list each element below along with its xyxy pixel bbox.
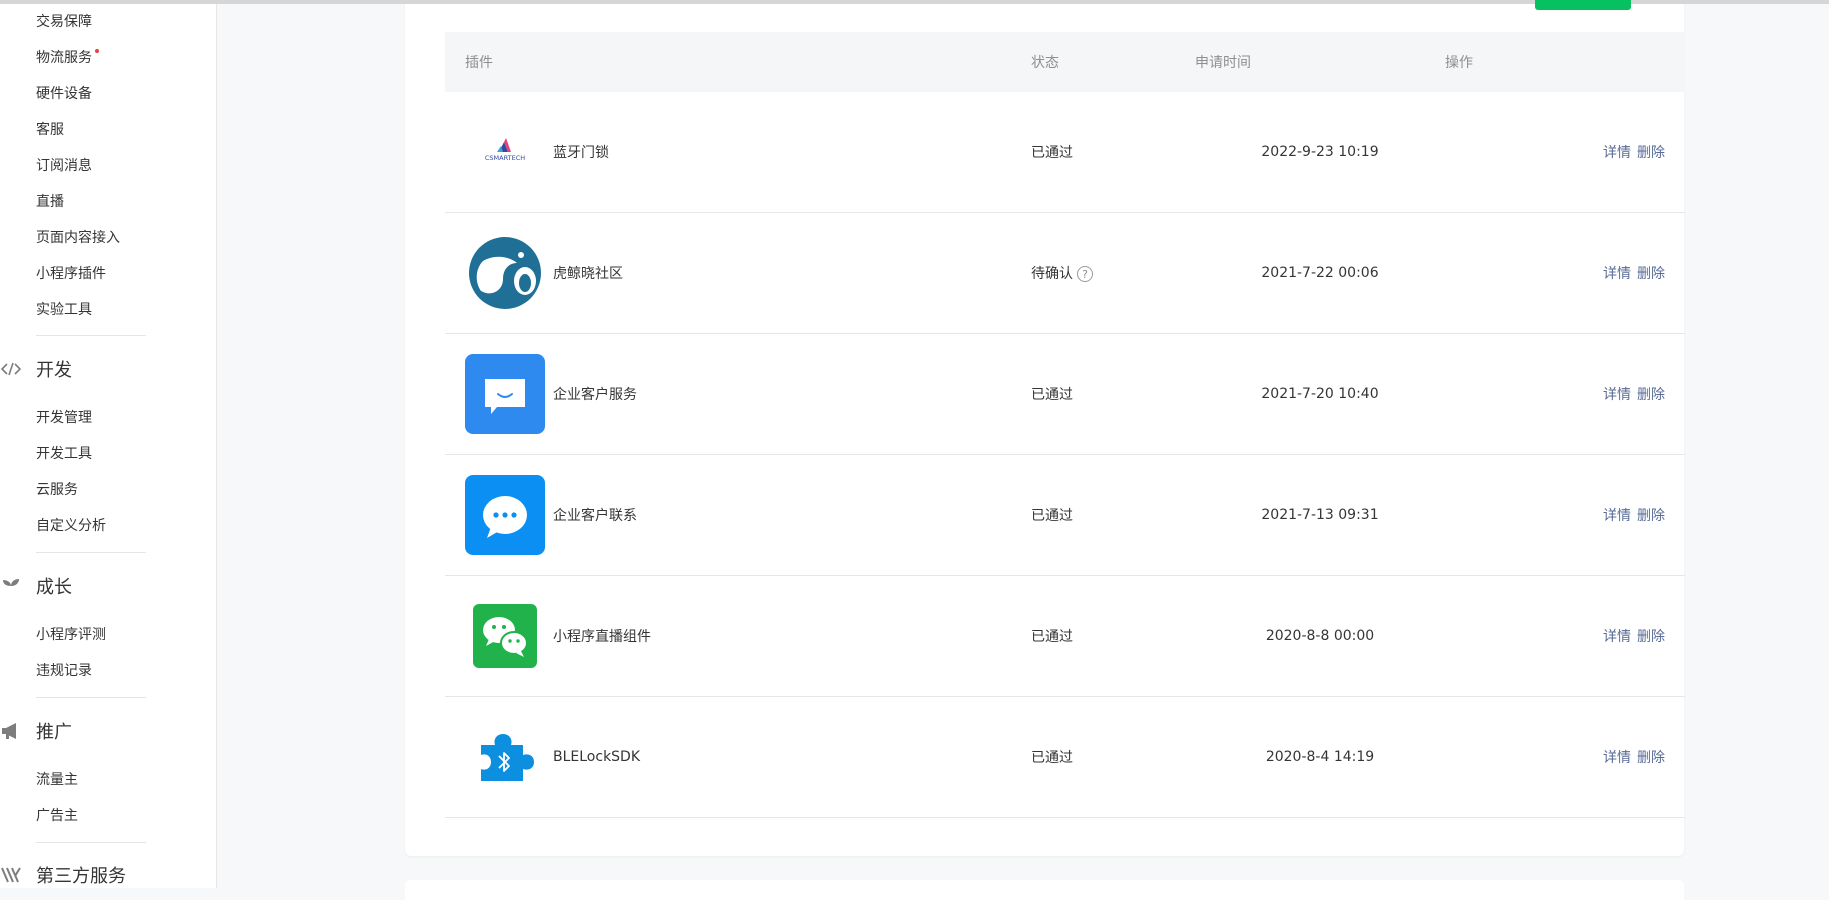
plugin-name: 小程序直播组件	[553, 629, 651, 645]
code-icon	[0, 358, 22, 380]
plugin-name: BLELockSDK	[553, 749, 641, 765]
sidebar-item-plugins[interactable]: 小程序插件	[36, 264, 106, 284]
sidebar-section-title: 第三方服务	[36, 866, 126, 887]
detail-link[interactable]: 详情	[1603, 387, 1631, 403]
table-row: 小程序直播组件 已通过 2020-8-8 00:00 详情 删除	[445, 575, 1685, 697]
table-row: 企业客户服务 已通过 2021-7-20 10:40 详情 删除	[445, 333, 1685, 455]
sidebar-divider	[36, 335, 146, 336]
detail-link[interactable]: 详情	[1603, 629, 1631, 645]
sidebar-item-review[interactable]: 小程序评测	[36, 625, 106, 645]
sidebar-section-title: 开发	[36, 360, 72, 381]
column-header-ops: 操作	[1445, 32, 1685, 92]
sidebar-item-dev-tools[interactable]: 开发工具	[36, 444, 92, 464]
delete-link[interactable]: 删除	[1637, 145, 1665, 161]
third-party-icon	[0, 864, 22, 886]
detail-link[interactable]: 详情	[1603, 508, 1631, 524]
delete-link[interactable]: 删除	[1637, 750, 1665, 766]
bluetooth-puzzle-icon	[465, 717, 545, 797]
sidebar-item-customer-service[interactable]: 客服	[36, 120, 64, 140]
sidebar-section-title: 成长	[36, 577, 72, 598]
sidebar-section-dev[interactable]: 开发	[0, 355, 72, 383]
wechat-icon	[465, 596, 545, 676]
status-text: 已通过	[1031, 387, 1073, 403]
apply-time: 2020-8-4 14:19	[1265, 749, 1375, 765]
table-header-row: 插件 状态 申请时间 操作	[445, 32, 1685, 92]
detail-link[interactable]: 详情	[1603, 750, 1631, 766]
column-header-status: 状态	[1031, 32, 1195, 92]
detail-link[interactable]: 详情	[1603, 266, 1631, 282]
csmartech-logo-icon: CSMARTECH	[465, 112, 545, 192]
sidebar-section-title: 推广	[36, 722, 72, 743]
add-plugin-button[interactable]	[1535, 0, 1631, 10]
sidebar-divider	[36, 842, 146, 843]
detail-link[interactable]: 详情	[1603, 145, 1631, 161]
table-row: 虎鲸晓社区 待确认? 2021-7-22 00:06 详情 删除	[445, 212, 1685, 334]
megaphone-icon	[0, 720, 22, 742]
apply-time: 2021-7-22 00:06	[1261, 265, 1379, 281]
sidebar-item-page-content[interactable]: 页面内容接入	[36, 228, 120, 248]
logo-text: CSMARTECH	[485, 154, 525, 162]
delete-link[interactable]: 删除	[1637, 266, 1665, 282]
sidebar-item-hardware[interactable]: 硬件设备	[36, 84, 92, 104]
sidebar-section-promo[interactable]: 推广	[0, 717, 72, 745]
plugin-name: 企业客户联系	[553, 508, 637, 524]
status-text: 待确认	[1031, 266, 1073, 282]
delete-link[interactable]: 删除	[1637, 629, 1665, 645]
help-question-icon[interactable]: ?	[1077, 266, 1093, 282]
sprout-icon	[0, 575, 22, 597]
plugin-name: 虎鲸晓社区	[553, 266, 623, 282]
sidebar-item-custom-analysis[interactable]: 自定义分析	[36, 516, 106, 536]
sidebar-divider	[36, 697, 146, 698]
delete-link[interactable]: 删除	[1637, 508, 1665, 524]
sidebar-item-subscribe-message[interactable]: 订阅消息	[36, 156, 92, 176]
sidebar-item-logistics[interactable]: 物流服务	[36, 48, 99, 68]
delete-link[interactable]: 删除	[1637, 387, 1665, 403]
status-text: 已通过	[1031, 750, 1073, 766]
status-text: 已通过	[1031, 629, 1073, 645]
next-panel	[405, 880, 1684, 900]
apply-time: 2021-7-13 09:31	[1261, 507, 1379, 523]
status-text: 已通过	[1031, 145, 1073, 161]
sidebar-item-advertiser[interactable]: 广告主	[36, 806, 78, 826]
sidebar-section-growth[interactable]: 成长	[0, 572, 72, 600]
sidebar-section-third-party[interactable]: 第三方服务	[0, 861, 126, 889]
sidebar: 交易保障 物流服务 硬件设备 客服 订阅消息 直播 页面内容接入 小程序插件 实…	[0, 4, 217, 888]
orca-logo-icon	[465, 233, 545, 313]
plugin-table: 插件 状态 申请时间 操作 CSMARTECH 蓝牙门锁 已通过 2022-9-…	[445, 32, 1685, 818]
plugin-name: 企业客户服务	[553, 387, 637, 403]
sidebar-item-dev-manage[interactable]: 开发管理	[36, 408, 92, 428]
sidebar-item-traffic-owner[interactable]: 流量主	[36, 770, 78, 790]
table-row: CSMARTECH 蓝牙门锁 已通过 2022-9-23 10:19 详情 删除	[445, 92, 1685, 213]
sidebar-item-violations[interactable]: 违规记录	[36, 661, 92, 681]
column-header-time: 申请时间	[1195, 32, 1445, 92]
sidebar-item-trade-guarantee[interactable]: 交易保障	[36, 12, 92, 32]
apply-time: 2021-7-20 10:40	[1261, 386, 1379, 402]
new-dot-badge	[95, 49, 99, 53]
sidebar-item-cloud[interactable]: 云服务	[36, 480, 78, 500]
table-row: BLELockSDK 已通过 2020-8-4 14:19 详情 删除	[445, 696, 1685, 818]
column-header-plugin: 插件	[445, 32, 1031, 92]
chat-smile-icon	[465, 354, 545, 434]
status-text: 已通过	[1031, 508, 1073, 524]
sidebar-item-live[interactable]: 直播	[36, 192, 64, 212]
table-row: 企业客户联系 已通过 2021-7-13 09:31 详情 删除	[445, 454, 1685, 576]
plugin-name: 蓝牙门锁	[553, 145, 609, 161]
apply-time: 2020-8-8 00:00	[1265, 628, 1375, 644]
sidebar-divider	[36, 552, 146, 553]
sidebar-item-label: 物流服务	[36, 50, 92, 66]
chat-bubble-icon	[465, 475, 545, 555]
apply-time: 2022-9-23 10:19	[1261, 144, 1379, 160]
sidebar-item-experiment[interactable]: 实验工具	[36, 300, 92, 320]
